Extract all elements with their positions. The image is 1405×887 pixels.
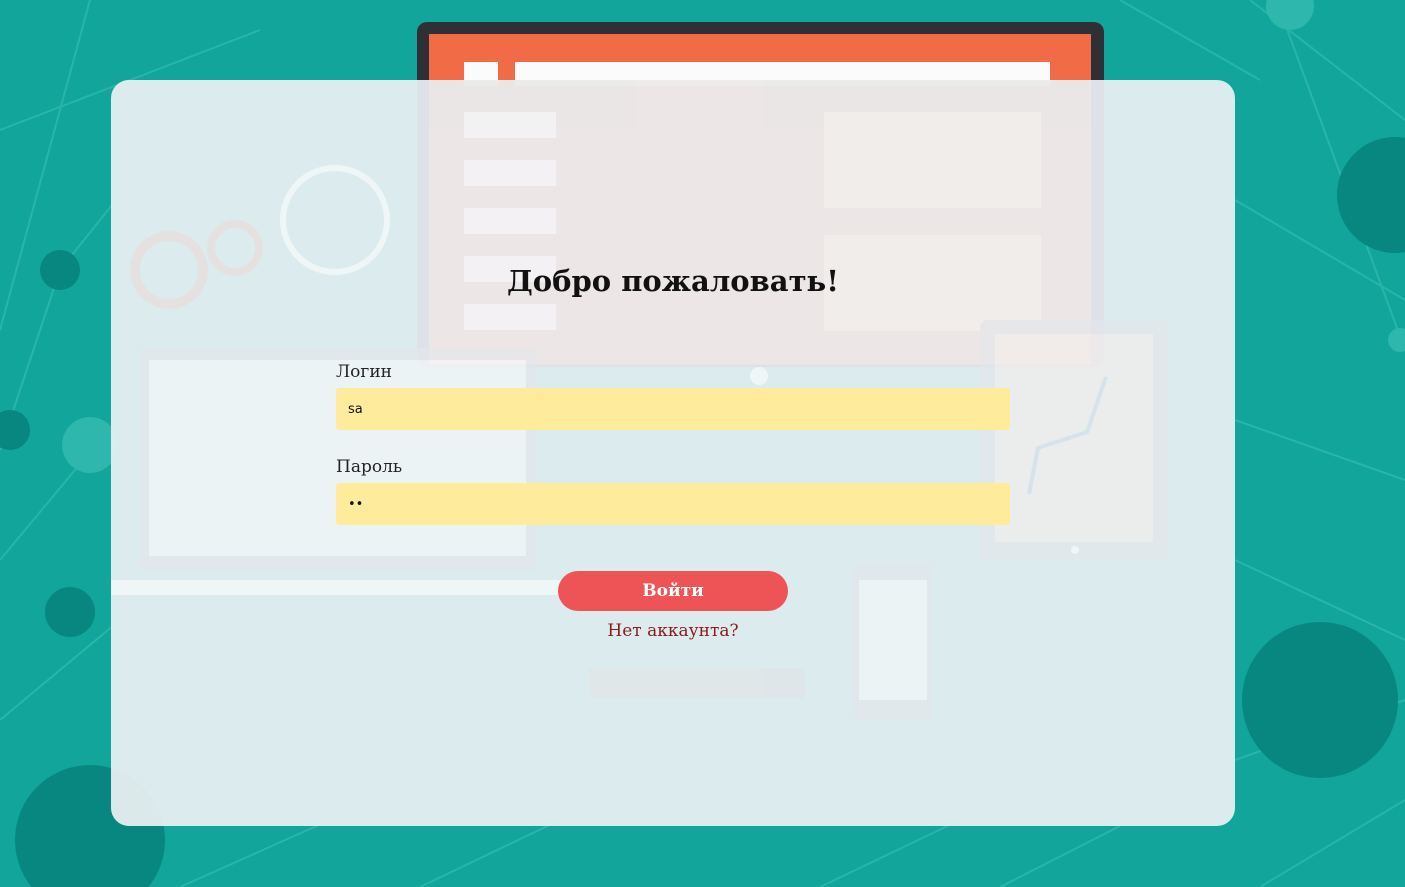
username-field[interactable] (336, 388, 1010, 430)
login-card: Добро пожаловать! Логин Пароль Войти Нет… (111, 80, 1235, 826)
password-label: Пароль (336, 457, 403, 477)
card-decoration (111, 80, 1168, 720)
password-field[interactable] (336, 483, 1010, 525)
login-button[interactable]: Войти (558, 571, 788, 611)
username-label: Логин (336, 362, 392, 382)
register-link[interactable]: Нет аккаунта? (111, 621, 1235, 641)
page-title: Добро пожаловать! (507, 264, 839, 298)
